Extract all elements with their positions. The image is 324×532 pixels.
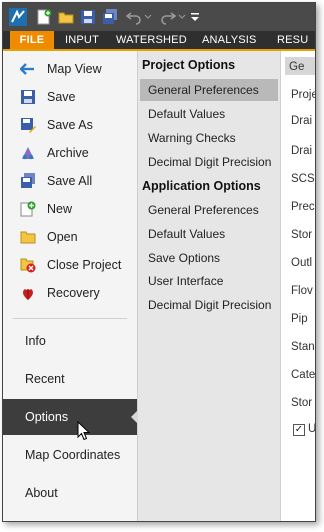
recovery-icon xyxy=(20,285,36,301)
setting-label: Proje xyxy=(291,89,316,101)
menu-item-label: Close Project xyxy=(47,258,122,272)
section-label: Info xyxy=(25,334,46,348)
menu-item-new[interactable]: New xyxy=(3,197,137,221)
option-app-decimal-digit-precision[interactable]: Decimal Digit Precision xyxy=(140,294,278,316)
option-app-default-values[interactable]: Default Values xyxy=(140,223,278,245)
menu-item-save[interactable]: Save xyxy=(3,85,137,109)
setting-label: Stor xyxy=(291,229,313,241)
redo-dropdown-icon[interactable] xyxy=(177,7,187,27)
section-info[interactable]: Info xyxy=(3,323,137,359)
application-options-header: Application Options xyxy=(142,179,261,193)
tab-file[interactable]: FILE xyxy=(10,31,54,49)
section-recent[interactable]: Recent xyxy=(3,361,137,397)
application-window: FILE INPUT WATERSHED ANALYSIS RESU Map V… xyxy=(2,2,316,522)
option-app-user-interface[interactable]: User Interface xyxy=(140,270,278,292)
project-options-header: Project Options xyxy=(142,58,236,72)
ribbon-tabs: FILE INPUT WATERSHED ANALYSIS RESU xyxy=(3,31,315,51)
menu-item-open[interactable]: Open xyxy=(3,225,137,249)
setting-label: Drai xyxy=(291,115,313,127)
title-bar xyxy=(3,3,315,31)
menu-item-label: Archive xyxy=(47,146,89,160)
open-folder-icon[interactable] xyxy=(57,7,75,27)
tab-input[interactable]: INPUT xyxy=(65,31,99,49)
save-all-icon[interactable] xyxy=(101,7,119,27)
option-app-save-options[interactable]: Save Options xyxy=(140,247,278,269)
tab-results[interactable]: RESU xyxy=(277,31,308,49)
floppy-disk-icon xyxy=(20,89,36,105)
menu-item-label: New xyxy=(47,202,73,216)
setting-label: Flov xyxy=(291,285,313,297)
setting-label: Us xyxy=(308,423,316,435)
option-project-warning-checks[interactable]: Warning Checks xyxy=(140,127,278,149)
setting-label: Prec xyxy=(291,201,315,213)
menu-item-label: Save As xyxy=(47,118,93,132)
undo-dropdown-icon[interactable] xyxy=(143,7,153,27)
new-file-icon xyxy=(20,201,36,217)
undo-icon[interactable] xyxy=(125,7,143,27)
setting-label: SCS xyxy=(291,173,315,185)
section-label: About xyxy=(25,486,58,500)
selected-indicator-arrow xyxy=(131,410,138,424)
setting-label: Cate xyxy=(291,369,316,381)
app-logo-icon xyxy=(7,7,29,27)
section-label: Options xyxy=(25,410,69,424)
setting-label: Drai xyxy=(291,145,313,157)
menu-item-save-all[interactable]: Save All xyxy=(3,169,137,193)
option-project-decimal-digit-precision[interactable]: Decimal Digit Precision xyxy=(140,151,278,173)
save-icon[interactable] xyxy=(79,7,97,27)
save-all-icon xyxy=(20,173,36,189)
new-file-icon[interactable] xyxy=(35,7,53,27)
menu-item-save-as[interactable]: Save As xyxy=(3,113,137,137)
menu-item-map-view[interactable]: Map View xyxy=(3,57,137,81)
file-backstage-menu: Map View Save Save As Archive Save All N… xyxy=(3,51,138,521)
option-app-general-preferences[interactable]: General Preferences xyxy=(140,199,278,221)
menu-item-label: Map View xyxy=(47,62,102,76)
menu-item-label: Open xyxy=(47,230,78,244)
section-label: Map Coordinates xyxy=(25,448,121,462)
folder-icon xyxy=(20,229,36,245)
setting-label: Outl xyxy=(291,257,313,269)
mouse-cursor-icon xyxy=(77,420,91,444)
section-label: Recent xyxy=(25,372,65,386)
tab-analysis[interactable]: ANALYSIS xyxy=(202,31,257,49)
options-list-panel: Project Options General Preferences Defa… xyxy=(138,51,280,521)
section-about[interactable]: About xyxy=(3,475,137,511)
use-checkbox[interactable]: ✓ xyxy=(293,424,305,436)
option-project-default-values[interactable]: Default Values xyxy=(140,103,278,125)
menu-item-label: Save xyxy=(47,90,76,104)
menu-divider xyxy=(13,318,127,319)
panel-tab-label: Ge xyxy=(289,61,305,73)
section-options[interactable]: Options xyxy=(3,399,138,435)
map-view-icon xyxy=(19,61,36,77)
tab-watershed[interactable]: WATERSHED xyxy=(116,31,187,49)
setting-label: Stor xyxy=(291,397,313,409)
menu-item-label: Save All xyxy=(47,174,93,188)
save-as-icon xyxy=(20,117,36,133)
menu-item-archive[interactable]: Archive xyxy=(3,141,137,165)
menu-item-close-project[interactable]: Close Project xyxy=(3,253,137,277)
menu-item-recovery[interactable]: Recovery xyxy=(3,281,137,305)
setting-label: Stan xyxy=(291,341,315,353)
archive-icon xyxy=(20,145,36,161)
close-project-icon xyxy=(20,257,36,273)
customize-toolbar-icon[interactable] xyxy=(189,7,201,27)
redo-icon[interactable] xyxy=(159,7,177,27)
menu-item-label: Recovery xyxy=(47,286,100,300)
setting-label: Pip xyxy=(291,313,308,325)
general-preferences-panel: Ge Proje Drai Drai SCS Prec Stor Outl Fl… xyxy=(280,51,316,521)
section-map-coordinates[interactable]: Map Coordinates xyxy=(3,437,137,473)
option-project-general-preferences[interactable]: General Preferences xyxy=(140,79,278,101)
